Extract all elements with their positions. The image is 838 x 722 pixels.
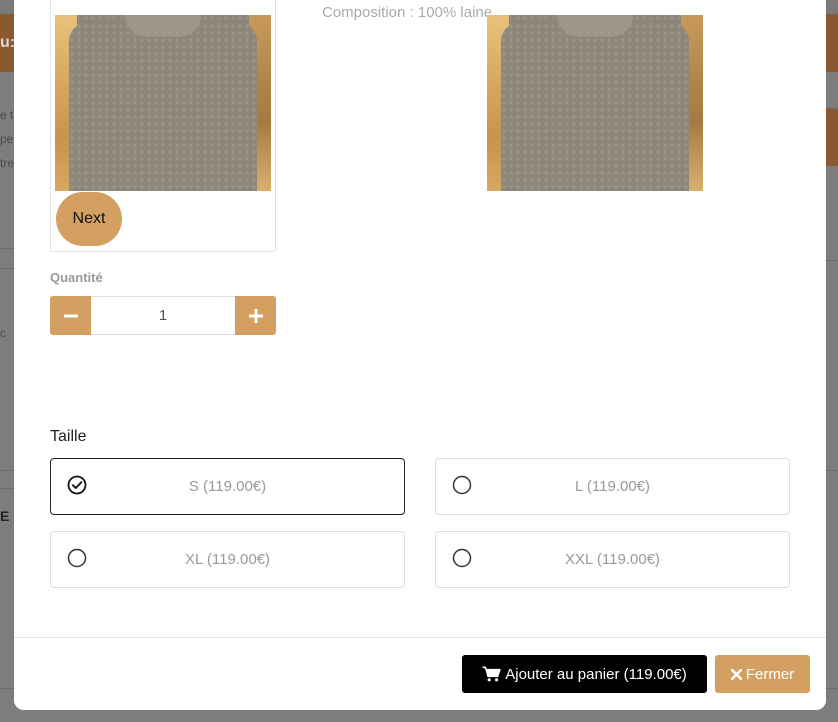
size-label: Taille xyxy=(50,428,87,445)
image-detail xyxy=(501,23,689,191)
size-option-s[interactable]: S (119.00€) xyxy=(50,458,405,515)
size-option-xxl[interactable]: XXL (119.00€) xyxy=(435,531,790,588)
background-divider xyxy=(824,260,838,261)
quantity-label: Quantité xyxy=(50,270,103,285)
add-to-cart-label: Ajouter au panier (119.00€) xyxy=(505,665,687,683)
quantity-increase-button[interactable] xyxy=(235,296,276,335)
background-divider xyxy=(824,108,838,109)
minus-icon xyxy=(63,314,78,317)
close-button[interactable]: Fermer xyxy=(715,655,810,693)
product-gallery: Next xyxy=(50,0,276,252)
close-label: Fermer xyxy=(745,665,795,683)
background-divider xyxy=(0,248,14,249)
quantity-stepper xyxy=(50,296,276,335)
add-to-cart-button[interactable]: Ajouter au panier (119.00€) xyxy=(462,655,707,693)
background-header-text: u: xyxy=(0,34,16,51)
background-divider xyxy=(824,470,838,471)
gallery-next-button[interactable]: Next xyxy=(56,192,122,246)
quantity-decrease-button[interactable] xyxy=(50,296,91,335)
product-modal: Composition : 100% laine Next Quantité 1… xyxy=(14,0,826,710)
image-detail xyxy=(125,15,201,37)
size-option-label: L (119.00€) xyxy=(574,478,651,495)
background-text-snippet: c xyxy=(0,326,6,340)
background-divider xyxy=(0,488,14,489)
background-text-snippet: pe xyxy=(0,132,14,146)
background-text-snippet: tre xyxy=(0,156,15,170)
product-image[interactable] xyxy=(55,15,271,191)
modal-body: Composition : 100% laine Next Quantité 1… xyxy=(14,0,826,637)
image-detail xyxy=(557,15,633,37)
plus-icon xyxy=(248,308,263,323)
modal-footer: Ajouter au panier (119.00€) Fermer xyxy=(14,637,826,710)
product-main-image xyxy=(487,15,703,191)
background-divider xyxy=(0,688,14,689)
quantity-input[interactable] xyxy=(91,296,235,335)
background-divider xyxy=(824,688,838,689)
background-divider xyxy=(0,268,14,269)
times-icon xyxy=(730,668,742,680)
size-option-label: XXL (119.00€) xyxy=(564,551,661,568)
shopping-cart-icon xyxy=(482,666,501,682)
background-divider xyxy=(0,470,14,471)
background-text-snippet: E xyxy=(0,508,10,524)
size-option-label: S (119.00€) xyxy=(188,478,267,495)
size-option-label: XL (119.00€) xyxy=(184,551,271,568)
product-composition: Composition : 100% laine xyxy=(322,4,493,21)
size-option-l[interactable]: L (119.00€) xyxy=(435,458,790,515)
background-text-snippet: e t xyxy=(0,108,14,122)
background-side-button xyxy=(824,108,838,166)
image-detail xyxy=(69,23,257,191)
size-option-xl[interactable]: XL (119.00€) xyxy=(50,531,405,588)
